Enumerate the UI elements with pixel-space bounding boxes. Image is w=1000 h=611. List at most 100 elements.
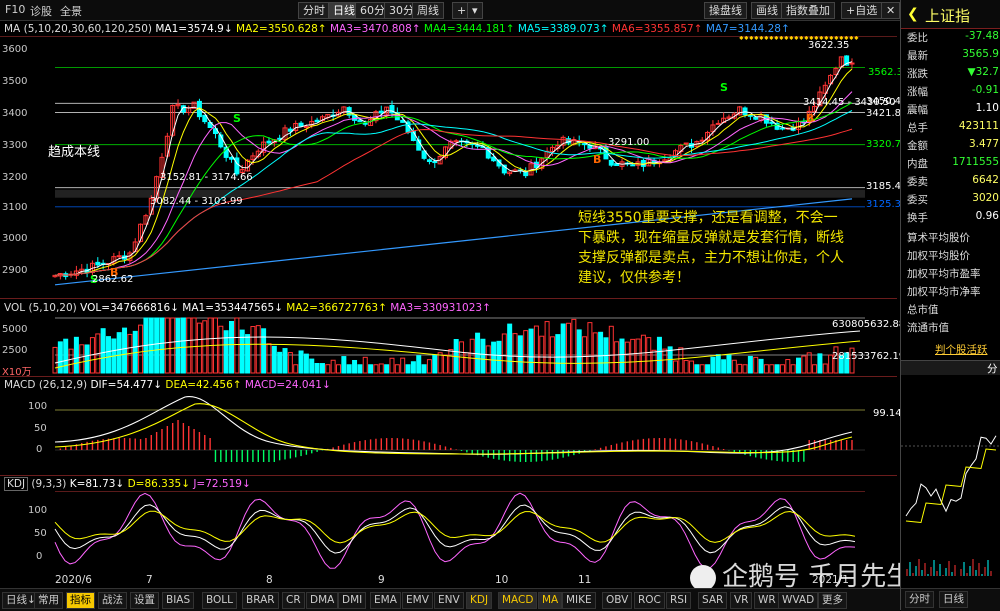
vol-level-label: 281533762.19 [832, 351, 906, 362]
tab-22[interactable]: VR [730, 592, 753, 609]
indicator-value: MA4=3444.181↑ [420, 23, 515, 35]
tab-25[interactable]: 更多 [818, 592, 847, 609]
quote-stat-label: 流通市值 [907, 322, 949, 334]
tab-8[interactable]: CR [282, 592, 305, 609]
draw-line-button[interactable]: 画线 [751, 2, 783, 19]
tab-5[interactable]: BIAS [162, 592, 195, 609]
tab-15[interactable]: MACD [498, 592, 538, 609]
volume-bar [416, 355, 422, 374]
indicator-value: MA2=366727763↑ [282, 302, 387, 314]
tab-9[interactable]: DMA [306, 592, 339, 609]
candle-body [715, 122, 721, 125]
add-watchlist-button[interactable]: +自选 [841, 2, 883, 19]
tab-18[interactable]: OBV [602, 592, 633, 609]
macd-name[interactable]: MACD [4, 379, 35, 391]
volume-bar [180, 317, 186, 374]
close-icon[interactable]: ✕ [881, 2, 901, 19]
volume-bar [758, 358, 764, 374]
volume-bar [785, 359, 791, 374]
divider [0, 475, 897, 476]
candle-body [582, 143, 588, 146]
volume-bar [801, 355, 807, 374]
tab-1[interactable]: 常用 [34, 592, 63, 609]
tab-20[interactable]: RSI [666, 592, 692, 609]
tab-7[interactable]: BRAR [242, 592, 279, 609]
more-button[interactable]: ▾ [467, 2, 483, 19]
volume-bar [753, 356, 759, 374]
tab-19[interactable]: ROC [634, 592, 665, 609]
diagnose-button[interactable]: 诊股 [30, 3, 52, 19]
volume-bar [298, 350, 304, 374]
volume-bar [726, 354, 732, 374]
macd-chart [54, 396, 865, 462]
f10-button[interactable]: F10 [5, 3, 25, 16]
divider [0, 376, 897, 377]
tab-24[interactable]: WVAD [778, 592, 819, 609]
candle-body [453, 140, 459, 143]
kdj-name[interactable]: KDJ [4, 477, 29, 491]
tab-12[interactable]: EMV [402, 592, 433, 609]
volume-bar [309, 358, 315, 374]
volume-bar [282, 348, 288, 374]
candle-body [432, 160, 438, 164]
tab-6[interactable]: BOLL [202, 592, 237, 609]
quote-value: 3.477 [968, 138, 999, 150]
tab-daily[interactable]: 日线 [939, 591, 968, 608]
volume-bar [266, 343, 272, 374]
indicator-value: MA1=3574.9↓ [155, 23, 233, 35]
tab-16[interactable]: MA [538, 592, 563, 609]
active-stock-link[interactable]: 判个股活跃 [935, 342, 988, 357]
indicator-tab-bar: 日线↓ 常用 指标 战法 设置 BIAS BOLL BRAR CR DMA DMI EMA EMV ENV… [0, 588, 900, 611]
volume-bar [122, 327, 128, 374]
volume-bar [592, 332, 598, 374]
volume-bar [293, 364, 299, 374]
quote-value: 1.10 [975, 102, 999, 114]
quote-label: 委卖 [907, 176, 928, 188]
ma-name[interactable]: MA [4, 23, 20, 35]
full-view-button[interactable]: 全景 [60, 3, 82, 19]
kdj-tick: 0 [36, 551, 43, 562]
volume-bar [598, 331, 604, 374]
volume-bar [544, 321, 550, 374]
tab-2[interactable]: 指标 [66, 592, 95, 609]
volume-bar [731, 359, 737, 374]
candle-body [779, 127, 785, 130]
volume-bar [817, 353, 823, 374]
volume-bar [410, 361, 416, 374]
tab-13[interactable]: ENV [434, 592, 464, 609]
x-axis-label: 7 [146, 574, 153, 586]
tab-intraday[interactable]: 分时 [905, 591, 934, 608]
tab-10[interactable]: DMI [338, 592, 367, 609]
indicator-value: D=86.335↓ [124, 478, 190, 490]
tab-period-weekly[interactable]: 周线 [412, 2, 444, 19]
macd-tick: 50 [34, 423, 47, 434]
volume-bar [159, 317, 165, 374]
volume-bar [533, 325, 539, 374]
tab-3[interactable]: 战法 [98, 592, 127, 609]
volume-bar [774, 364, 780, 374]
kdj-tick: 100 [28, 505, 48, 516]
index-overlay-button[interactable]: 指数叠加 [781, 2, 835, 19]
quote-stat-label: 加权平均股价 [907, 250, 970, 262]
vol-name[interactable]: VOL [4, 302, 25, 314]
trend-line-label: 趋成本线 [48, 145, 101, 160]
tab-17[interactable]: MIKE [562, 592, 596, 609]
volume-bar [405, 364, 411, 374]
tab-14[interactable]: KDJ [466, 592, 493, 609]
volume-bar [314, 362, 320, 374]
tab-4[interactable]: 设置 [130, 592, 159, 609]
tab-period-minute[interactable]: 分时 [298, 2, 330, 19]
tab-21[interactable]: SAR [698, 592, 728, 609]
high-price-label: 3622.35 [808, 40, 850, 51]
tab-23[interactable]: WR [754, 592, 780, 609]
quote-label: 委买 [907, 194, 928, 206]
tab-11[interactable]: EMA [370, 592, 401, 609]
volume-bar [389, 357, 395, 374]
volume-bar [432, 354, 438, 374]
expand-icon[interactable]: ❮ [907, 6, 919, 22]
price-tick: 3000 [2, 233, 28, 244]
volume-bar [501, 333, 507, 374]
trade-line-button[interactable]: 操盘线 [704, 2, 747, 19]
kdj-header: KDJ (9,3,3) K=81.73↓ D=86.335↓ J=72.519↓ [4, 477, 251, 491]
volume-bar [116, 332, 122, 374]
